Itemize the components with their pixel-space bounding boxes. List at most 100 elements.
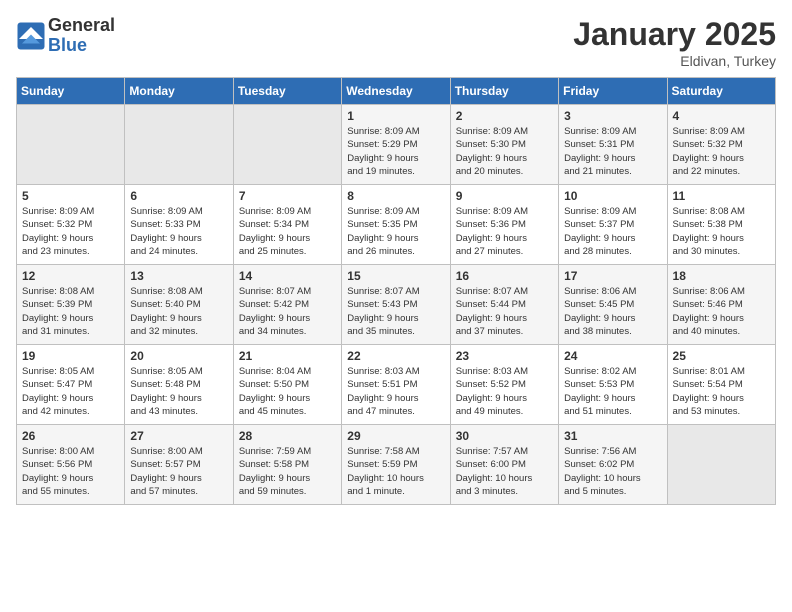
day-number: 27 (130, 429, 227, 443)
day-info: Sunrise: 8:09 AM Sunset: 5:36 PM Dayligh… (456, 205, 553, 258)
calendar-cell: 27 Sunrise: 8:00 AM Sunset: 5:57 PM Dayli… (125, 425, 233, 505)
weekday-header: Sunday (17, 78, 125, 105)
calendar-cell: 26Sunrise: 8:00 AM Sunset: 5:56 PM Dayli… (17, 425, 125, 505)
calendar-week-row: 26Sunrise: 8:00 AM Sunset: 5:56 PM Dayli… (17, 425, 776, 505)
day-number: 5 (22, 189, 119, 203)
day-info: Sunrise: 8:09 AM Sunset: 5:30 PM Dayligh… (456, 125, 553, 178)
day-number: 15 (347, 269, 444, 283)
day-info: Sunrise: 8:06 AM Sunset: 5:45 PM Dayligh… (564, 285, 661, 338)
calendar-week-row: 1Sunrise: 8:09 AM Sunset: 5:29 PM Daylig… (17, 105, 776, 185)
day-number: 10 (564, 189, 661, 203)
calendar-cell: 8Sunrise: 8:09 AM Sunset: 5:35 PM Daylig… (342, 185, 450, 265)
day-info: Sunrise: 8:09 AM Sunset: 5:32 PM Dayligh… (22, 205, 119, 258)
calendar-cell: 13 Sunrise: 8:08 AM Sunset: 5:40 PM Dayli… (125, 265, 233, 345)
day-info: Sunrise: 7:57 AM Sunset: 6:00 PM Dayligh… (456, 445, 553, 498)
calendar-cell: 24 Sunrise: 8:02 AM Sunset: 5:53 PM Dayli… (559, 345, 667, 425)
day-number: 6 (130, 189, 227, 203)
day-number: 22 (347, 349, 444, 363)
calendar-cell (125, 105, 233, 185)
day-info: Sunrise: 7:56 AM Sunset: 6:02 PM Dayligh… (564, 445, 661, 498)
day-number: 12 (22, 269, 119, 283)
calendar-cell: 2 Sunrise: 8:09 AM Sunset: 5:30 PM Daylig… (450, 105, 558, 185)
day-number: 18 (673, 269, 770, 283)
logo-general: General (48, 16, 115, 36)
weekday-header: Friday (559, 78, 667, 105)
day-number: 17 (564, 269, 661, 283)
calendar-cell: 6Sunrise: 8:09 AM Sunset: 5:33 PM Daylig… (125, 185, 233, 265)
calendar-cell: 5 Sunrise: 8:09 AM Sunset: 5:32 PM Daylig… (17, 185, 125, 265)
day-info: Sunrise: 8:09 AM Sunset: 5:35 PM Dayligh… (347, 205, 444, 258)
calendar-cell: 14 Sunrise: 8:07 AM Sunset: 5:42 PM Dayli… (233, 265, 341, 345)
day-number: 2 (456, 109, 553, 123)
calendar-cell (233, 105, 341, 185)
calendar-cell (17, 105, 125, 185)
day-info: Sunrise: 8:09 AM Sunset: 5:32 PM Dayligh… (673, 125, 770, 178)
calendar-cell: 4 Sunrise: 8:09 AM Sunset: 5:32 PM Daylig… (667, 105, 775, 185)
day-number: 19 (22, 349, 119, 363)
day-info: Sunrise: 8:09 AM Sunset: 5:34 PM Dayligh… (239, 205, 336, 258)
day-info: Sunrise: 8:02 AM Sunset: 5:53 PM Dayligh… (564, 365, 661, 418)
weekday-header-row: SundayMondayTuesdayWednesdayThursdayFrid… (17, 78, 776, 105)
calendar-cell: 1Sunrise: 8:09 AM Sunset: 5:29 PM Daylig… (342, 105, 450, 185)
day-number: 20 (130, 349, 227, 363)
logo-icon (16, 21, 46, 51)
page-header: General Blue January 2025 Eldivan, Turke… (16, 16, 776, 69)
day-info: Sunrise: 7:58 AM Sunset: 5:59 PM Dayligh… (347, 445, 444, 498)
calendar-week-row: 19 Sunrise: 8:05 AM Sunset: 5:47 PM Dayli… (17, 345, 776, 425)
day-number: 13 (130, 269, 227, 283)
calendar-cell: 21 Sunrise: 8:04 AM Sunset: 5:50 PM Dayli… (233, 345, 341, 425)
weekday-header: Thursday (450, 78, 558, 105)
day-info: Sunrise: 8:03 AM Sunset: 5:52 PM Dayligh… (456, 365, 553, 418)
calendar-cell: 3Sunrise: 8:09 AM Sunset: 5:31 PM Daylig… (559, 105, 667, 185)
day-number: 24 (564, 349, 661, 363)
day-info: Sunrise: 8:04 AM Sunset: 5:50 PM Dayligh… (239, 365, 336, 418)
day-info: Sunrise: 8:00 AM Sunset: 5:57 PM Dayligh… (130, 445, 227, 498)
day-info: Sunrise: 8:05 AM Sunset: 5:48 PM Dayligh… (130, 365, 227, 418)
day-number: 28 (239, 429, 336, 443)
calendar-cell: 15Sunrise: 8:07 AM Sunset: 5:43 PM Dayli… (342, 265, 450, 345)
logo-blue: Blue (48, 36, 115, 56)
day-info: Sunrise: 8:09 AM Sunset: 5:37 PM Dayligh… (564, 205, 661, 258)
day-info: Sunrise: 8:07 AM Sunset: 5:44 PM Dayligh… (456, 285, 553, 338)
calendar-cell: 12 Sunrise: 8:08 AM Sunset: 5:39 PM Dayli… (17, 265, 125, 345)
calendar-cell: 19 Sunrise: 8:05 AM Sunset: 5:47 PM Dayli… (17, 345, 125, 425)
day-info: Sunrise: 8:09 AM Sunset: 5:29 PM Dayligh… (347, 125, 444, 178)
location-subtitle: Eldivan, Turkey (573, 53, 776, 69)
day-info: Sunrise: 8:07 AM Sunset: 5:42 PM Dayligh… (239, 285, 336, 338)
calendar-cell: 23Sunrise: 8:03 AM Sunset: 5:52 PM Dayli… (450, 345, 558, 425)
calendar-cell: 30 Sunrise: 7:57 AM Sunset: 6:00 PM Dayli… (450, 425, 558, 505)
calendar-cell: 29Sunrise: 7:58 AM Sunset: 5:59 PM Dayli… (342, 425, 450, 505)
day-info: Sunrise: 8:01 AM Sunset: 5:54 PM Dayligh… (673, 365, 770, 418)
weekday-header: Saturday (667, 78, 775, 105)
calendar-cell: 10 Sunrise: 8:09 AM Sunset: 5:37 PM Dayli… (559, 185, 667, 265)
calendar-cell: 28 Sunrise: 7:59 AM Sunset: 5:58 PM Dayli… (233, 425, 341, 505)
day-info: Sunrise: 8:00 AM Sunset: 5:56 PM Dayligh… (22, 445, 119, 498)
calendar-week-row: 12 Sunrise: 8:08 AM Sunset: 5:39 PM Dayli… (17, 265, 776, 345)
title-block: January 2025 Eldivan, Turkey (573, 16, 776, 69)
day-number: 4 (673, 109, 770, 123)
month-title: January 2025 (573, 16, 776, 53)
day-number: 21 (239, 349, 336, 363)
calendar-cell: 11Sunrise: 8:08 AM Sunset: 5:38 PM Dayli… (667, 185, 775, 265)
calendar-cell: 31Sunrise: 7:56 AM Sunset: 6:02 PM Dayli… (559, 425, 667, 505)
calendar-cell: 18Sunrise: 8:06 AM Sunset: 5:46 PM Dayli… (667, 265, 775, 345)
day-number: 30 (456, 429, 553, 443)
day-info: Sunrise: 8:08 AM Sunset: 5:39 PM Dayligh… (22, 285, 119, 338)
calendar-cell: 17 Sunrise: 8:06 AM Sunset: 5:45 PM Dayli… (559, 265, 667, 345)
calendar-cell: 7 Sunrise: 8:09 AM Sunset: 5:34 PM Daylig… (233, 185, 341, 265)
calendar-cell: 25Sunrise: 8:01 AM Sunset: 5:54 PM Dayli… (667, 345, 775, 425)
calendar-week-row: 5 Sunrise: 8:09 AM Sunset: 5:32 PM Daylig… (17, 185, 776, 265)
day-info: Sunrise: 8:05 AM Sunset: 5:47 PM Dayligh… (22, 365, 119, 418)
calendar-table: SundayMondayTuesdayWednesdayThursdayFrid… (16, 77, 776, 505)
logo: General Blue (16, 16, 115, 56)
day-number: 11 (673, 189, 770, 203)
day-info: Sunrise: 8:09 AM Sunset: 5:31 PM Dayligh… (564, 125, 661, 178)
day-number: 7 (239, 189, 336, 203)
day-info: Sunrise: 7:59 AM Sunset: 5:58 PM Dayligh… (239, 445, 336, 498)
day-number: 14 (239, 269, 336, 283)
day-number: 9 (456, 189, 553, 203)
weekday-header: Monday (125, 78, 233, 105)
day-info: Sunrise: 8:08 AM Sunset: 5:40 PM Dayligh… (130, 285, 227, 338)
day-number: 16 (456, 269, 553, 283)
calendar-cell: 20 Sunrise: 8:05 AM Sunset: 5:48 PM Dayli… (125, 345, 233, 425)
